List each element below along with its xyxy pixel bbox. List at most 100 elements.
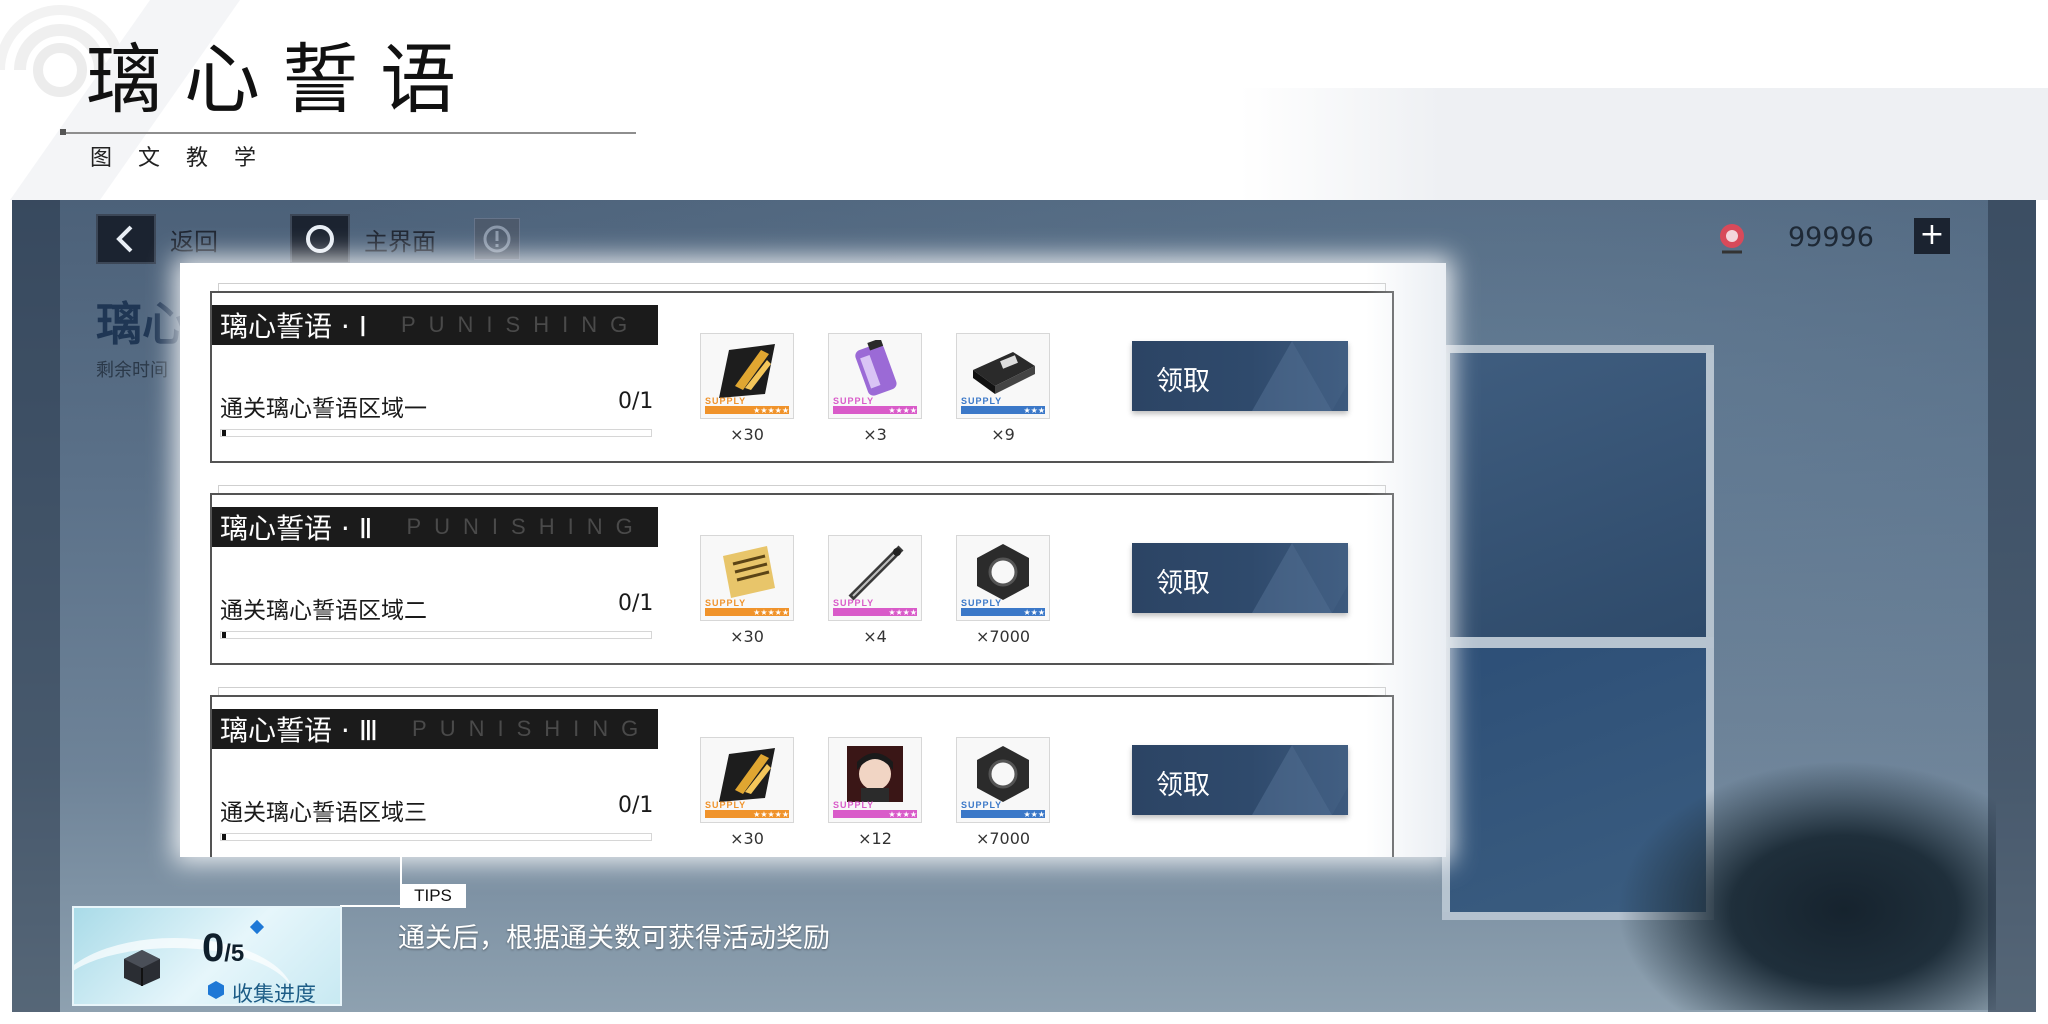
reward-card-header: 璃心誓语 · Ⅲ PUNISHING bbox=[212, 709, 658, 749]
progress-bar-fill bbox=[222, 834, 226, 840]
item-count: ×7000 bbox=[975, 627, 1031, 646]
collection-total: /5 bbox=[224, 940, 245, 967]
currency-icon bbox=[1720, 224, 1744, 254]
alert-icon bbox=[483, 225, 511, 253]
claim-button[interactable]: 领取 bbox=[1132, 543, 1348, 613]
task-description: 通关璃心誓语区域三 bbox=[220, 800, 427, 826]
card-decoration bbox=[218, 283, 1386, 291]
background-photo-panel bbox=[1442, 345, 1714, 645]
back-label[interactable]: 返回 bbox=[170, 222, 218, 257]
character-portrait-icon bbox=[847, 746, 903, 802]
item-count: ×30 bbox=[730, 829, 764, 848]
reward-item[interactable]: SUPPLY ★★★★ bbox=[828, 737, 922, 823]
reward-item[interactable]: SUPPLY ★★★★ bbox=[828, 333, 922, 419]
notice-button[interactable] bbox=[474, 218, 520, 260]
reward-item[interactable]: SUPPLY ★★★★ bbox=[828, 535, 922, 621]
rarity-stars: ★★★ bbox=[1023, 608, 1045, 617]
task-description: 通关璃心誓语区域一 bbox=[220, 396, 427, 422]
reward-item[interactable]: SUPPLY ★★★ bbox=[956, 737, 1050, 823]
page-title: 璃心誓语 bbox=[86, 35, 478, 124]
task-progress: 0/1 bbox=[618, 591, 654, 616]
reward-item[interactable]: SUPPLY ★★★★★ bbox=[700, 737, 794, 823]
title-divider bbox=[62, 132, 636, 134]
reward-item[interactable]: SUPPLY ★★★★★ bbox=[700, 333, 794, 419]
item-count: ×30 bbox=[730, 425, 764, 444]
supply-label: SUPPLY bbox=[961, 598, 1003, 608]
supply-label: SUPPLY bbox=[705, 800, 747, 810]
hexagon-icon bbox=[208, 981, 224, 999]
card-decoration bbox=[218, 687, 1386, 695]
event-time-label: 剩余时间 bbox=[96, 360, 168, 381]
rarity-stars: ★★★★ bbox=[888, 810, 917, 819]
reward-item[interactable]: SUPPLY ★★★★★ bbox=[700, 535, 794, 621]
rarity-stars: ★★★★ bbox=[888, 608, 917, 617]
claim-label: 领取 bbox=[1156, 366, 1210, 397]
gold-document-icon bbox=[723, 546, 775, 598]
tips-tag: TIPS bbox=[400, 884, 466, 908]
rarity-stars: ★★★★★ bbox=[753, 406, 789, 415]
rarity-stars: ★★★★★ bbox=[753, 810, 789, 819]
rarity-stars: ★★★ bbox=[1023, 810, 1045, 819]
item-count: ×30 bbox=[730, 627, 764, 646]
tutorial-page: 璃心誓语 图文教学 返回 主界面 99996 + 璃心 剩余时间 璃心誓语 · … bbox=[0, 0, 2048, 1024]
reward-panel: 璃心誓语 · Ⅰ PUNISHING 通关璃心誓语区域一 0/1 SUPPLY … bbox=[180, 263, 1446, 857]
card-decoration bbox=[218, 485, 1386, 493]
rarity-stars: ★★★★ bbox=[888, 406, 917, 415]
supply-label: SUPPLY bbox=[833, 598, 875, 608]
item-count: ×12 bbox=[858, 829, 892, 848]
reward-card-title: 璃心誓语 · Ⅱ bbox=[220, 512, 373, 545]
purple-canister-icon bbox=[855, 340, 897, 396]
supply-label: SUPPLY bbox=[961, 396, 1003, 406]
collection-label: 收集进度 bbox=[232, 982, 316, 1006]
hex-nut-icon bbox=[977, 746, 1029, 802]
reward-card-header: 璃心誓语 · Ⅱ PUNISHING bbox=[212, 507, 658, 547]
item-count: ×9 bbox=[991, 425, 1015, 444]
back-button[interactable] bbox=[96, 214, 156, 264]
item-count: ×4 bbox=[863, 627, 887, 646]
page-subtitle: 图文教学 bbox=[90, 146, 283, 171]
hex-nut-icon bbox=[977, 544, 1029, 600]
item-count: ×3 bbox=[863, 425, 887, 444]
screen-edge-left bbox=[12, 200, 60, 1012]
progress-bar-fill bbox=[222, 632, 226, 638]
home-button[interactable] bbox=[290, 214, 350, 264]
supply-label: SUPPLY bbox=[961, 800, 1003, 810]
collection-count: 0 bbox=[202, 926, 225, 970]
reward-card: 璃心誓语 · Ⅲ PUNISHING 通关璃心誓语区域三 0/1 SUPPLY … bbox=[210, 695, 1394, 857]
task-progress: 0/1 bbox=[618, 793, 654, 818]
cube-icon bbox=[124, 950, 160, 986]
diamond-icon bbox=[249, 919, 265, 935]
home-circle-icon bbox=[306, 225, 334, 253]
reward-item[interactable]: SUPPLY ★★★ bbox=[956, 535, 1050, 621]
reward-card-title: 璃心誓语 · Ⅰ bbox=[220, 310, 367, 343]
brand-label: PUNISHING bbox=[406, 514, 646, 539]
claim-button[interactable]: 领取 bbox=[1132, 745, 1348, 815]
progress-bar-fill bbox=[222, 430, 226, 436]
reward-item[interactable]: SUPPLY ★★★ bbox=[956, 333, 1050, 419]
collection-progress-card[interactable]: 0/5 收集进度 bbox=[72, 906, 342, 1006]
collection-value: 0/5 bbox=[202, 926, 244, 971]
claim-label: 领取 bbox=[1156, 568, 1210, 599]
supply-label: SUPPLY bbox=[833, 396, 875, 406]
reward-card-title: 璃心誓语 · Ⅲ bbox=[220, 714, 379, 747]
progress-bar bbox=[220, 429, 652, 437]
claim-label: 领取 bbox=[1156, 770, 1210, 801]
claim-button[interactable]: 领取 bbox=[1132, 341, 1348, 411]
event-title: 璃心 bbox=[96, 297, 188, 351]
currency-value: 99996 bbox=[1788, 222, 1874, 253]
add-currency-button[interactable]: + bbox=[1914, 218, 1950, 254]
reward-card-header: 璃心誓语 · Ⅰ PUNISHING bbox=[212, 305, 658, 345]
tips-text: 通关后，根据通关数可获得活动奖励 bbox=[398, 923, 830, 954]
supply-label: SUPPLY bbox=[833, 800, 875, 810]
header-decoration bbox=[1240, 88, 2048, 200]
reward-card: 璃心誓语 · Ⅱ PUNISHING 通关璃心誓语区域二 0/1 SUPPLY … bbox=[210, 493, 1394, 665]
brand-label: PUNISHING bbox=[400, 312, 641, 337]
task-progress: 0/1 bbox=[618, 389, 654, 414]
title-divider-dot bbox=[60, 129, 66, 135]
data-chip-icon bbox=[973, 352, 1035, 394]
supply-label: SUPPLY bbox=[705, 598, 747, 608]
blade-icon bbox=[848, 545, 904, 601]
item-count: ×7000 bbox=[975, 829, 1031, 848]
home-label[interactable]: 主界面 bbox=[364, 222, 436, 257]
progress-bar bbox=[220, 833, 652, 841]
